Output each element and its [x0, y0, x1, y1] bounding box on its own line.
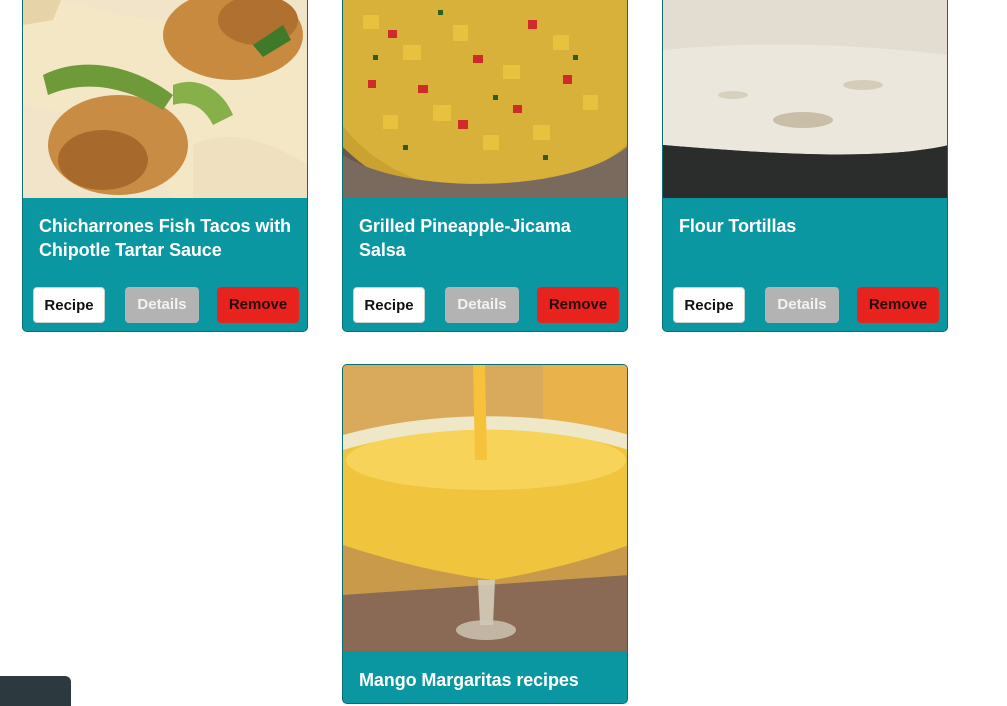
recipe-image[interactable]	[663, 0, 947, 198]
recipe-title: Flour Tortillas	[679, 216, 797, 236]
recipe-image[interactable]	[23, 0, 307, 198]
recipe-image[interactable]	[343, 365, 627, 651]
recipe-title: Mango Margaritas recipes	[359, 670, 579, 690]
details-button[interactable]: Details	[445, 287, 519, 323]
remove-button[interactable]: Remove	[857, 287, 939, 323]
recipe-button[interactable]: Recipe	[353, 287, 425, 323]
recipe-button[interactable]: Recipe	[33, 287, 105, 323]
flour-tortilla-image	[663, 0, 947, 198]
recipe-card: Grilled Pineapple-Jicama Salsa Recipe De…	[342, 0, 628, 332]
mango-margarita-image	[343, 365, 627, 651]
recipe-title: Chicharrones Fish Tacos with Chipotle Ta…	[39, 216, 291, 260]
details-button[interactable]: Details	[125, 287, 199, 323]
recipe-title: Grilled Pineapple-Jicama Salsa	[359, 216, 571, 260]
recipe-card: Mango Margaritas recipes	[342, 364, 628, 704]
remove-button[interactable]: Remove	[537, 287, 619, 323]
recipe-card: Flour Tortillas Recipe Details Remove	[662, 0, 948, 332]
fish-tacos-image	[23, 0, 307, 198]
recipe-card: Chicharrones Fish Tacos with Chipotle Ta…	[22, 0, 308, 332]
recipe-image[interactable]	[343, 0, 627, 198]
pineapple-salsa-image	[343, 0, 627, 198]
details-button[interactable]: Details	[765, 287, 839, 323]
floating-tab[interactable]	[0, 676, 71, 706]
recipe-button[interactable]: Recipe	[673, 287, 745, 323]
remove-button[interactable]: Remove	[217, 287, 299, 323]
